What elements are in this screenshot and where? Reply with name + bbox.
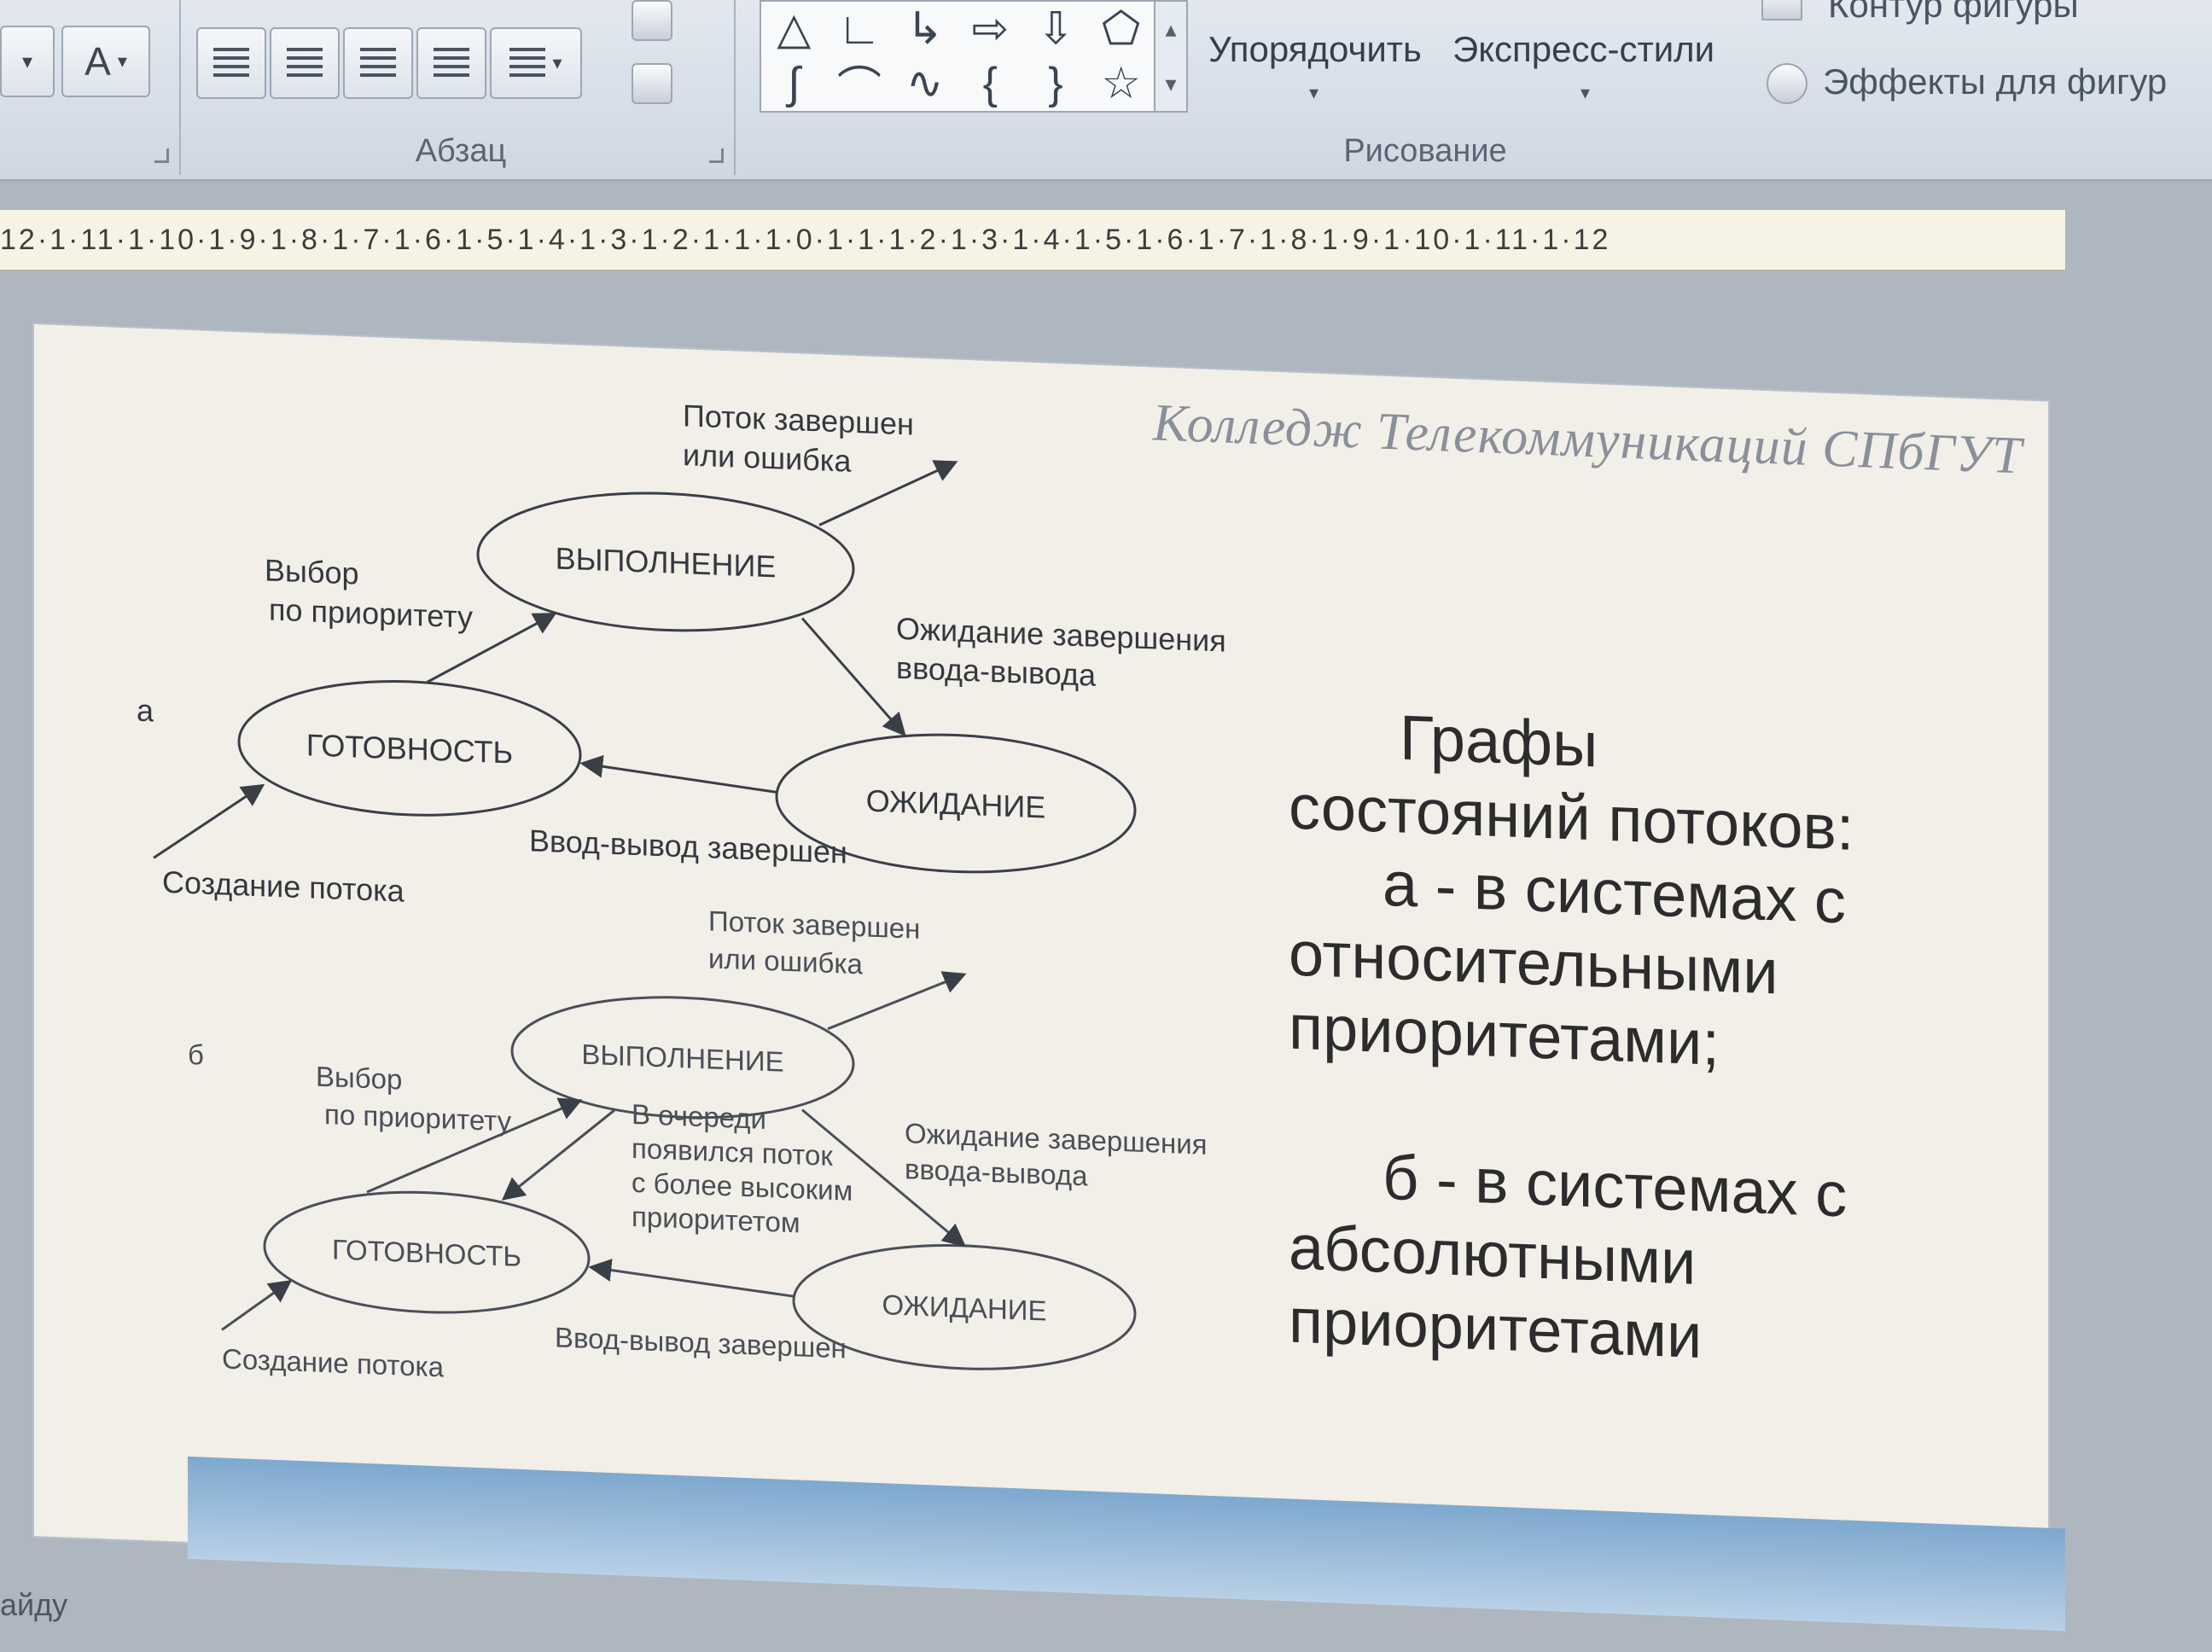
triangle-shape-icon[interactable]: △ [777,3,811,55]
pentagon-shape-icon[interactable]: ⬠ [1102,3,1140,55]
label-finish-a-1: Поток завершен [683,398,914,441]
slide-footer-band [188,1456,2065,1632]
label-select-a-1: Выбор [265,552,359,590]
ruler-marks: 12·1·11·1·10·1·9·1·8·1·7·1·6·1·5·1·4·1·3… [0,224,1611,256]
slide-caption: Графы состояний потоков: а - в системах … [1289,696,2023,1385]
paragraph-group: ▾ Абзац [188,0,736,175]
outline-color-icon [1761,0,1802,20]
justify-button[interactable] [416,27,486,99]
thread-state-diagrams: ВЫПОЛНЕНИЕ ГОТОВНОСТЬ ОЖИДАНИЕ а Поток з… [137,398,1226,1382]
font-dialog-launcher-icon[interactable] [154,148,169,163]
label-preempt-b-3: с более высоким [632,1166,853,1207]
effects-icon [1767,63,1807,104]
elbow-connector-shape-icon[interactable]: ∟ [838,3,882,55]
arrow-io-done-b [588,1259,795,1298]
label-preempt-b-4: приоритетом [632,1201,800,1239]
arrow-wait-a [800,617,906,737]
horizontal-ruler[interactable]: 12·1·11·1·10·1·9·1·8·1·7·1·6·1·5·1·4·1·3… [0,210,2065,271]
label-create-b: Создание потока [222,1342,445,1382]
right-arrow-shape-icon[interactable]: ⇨ [972,3,1010,55]
gallery-scroll-up-icon[interactable]: ▴ [1165,16,1176,43]
state-waiting-label-b: ОЖИДАНИЕ [882,1288,1047,1326]
ribbon: ▾ A ▾ ▾ Абзац Рисование △ ∟ ↳ ⇨ ⇩ ⬠ ∫ ⌒ [0,0,2212,181]
font-group: ▾ A ▾ [0,0,181,175]
state-running-label-a: ВЫПОЛНЕНИЕ [556,540,777,584]
drawing-group-label: Рисование [1343,133,1507,169]
label-finish-b-1: Поток завершен [708,905,920,945]
align-right-icon [360,48,396,79]
align-text-icon[interactable] [632,63,672,104]
font-color-icon: A [84,39,111,84]
chevron-down-icon: ▾ [117,50,127,72]
chevron-down-icon: ▾ [1309,82,1319,103]
arc-shape-icon[interactable]: ⌒ [837,52,882,116]
label-preempt-b-2: появился поток [632,1132,833,1172]
arrow-create-b [221,1279,293,1331]
paragraph-group-label: Абзац [415,133,507,169]
label-select-b-1: Выбор [316,1061,402,1096]
down-arrow-shape-icon[interactable]: ⇩ [1037,3,1074,55]
freeform-shape-icon[interactable]: ∫ [788,58,800,109]
label-io-done-b: Ввод-вывод завершен [555,1321,847,1364]
arrow-create-a [153,783,265,859]
curve-shape-icon[interactable]: ∿ [906,58,944,109]
gallery-scroll: ▴ ▾ [1154,0,1188,113]
right-brace-shape-icon[interactable]: } [1048,58,1062,109]
arrow-preempt-b [501,1108,615,1201]
chevron-down-icon: ▾ [552,52,562,73]
label-wait-b-2: ввода-вывода [905,1153,1088,1191]
label-finish-a-2: или ошибка [683,437,852,479]
label-select-b-2: по приоритету [324,1098,512,1137]
slide[interactable]: Колледж Телекоммуникаций СПбГУТ ВЫПОЛНЕН… [34,324,2065,1632]
chevron-down-icon: ▾ [1580,82,1591,103]
font-color-button[interactable]: A ▾ [61,26,150,97]
quick-styles-button[interactable]: Экспресс-стили [1452,29,1714,70]
star-shape-icon[interactable]: ☆ [1101,58,1141,109]
align-center-icon [287,48,323,79]
shape-effects-button[interactable]: Эффекты для фигур [1823,61,2167,102]
label-wait-a-2: ввода-вывода [896,650,1097,693]
align-left-icon [213,48,249,79]
paragraph-dialog-launcher-icon[interactable] [709,148,724,163]
label-wait-b-1: Ожидание завершения [905,1117,1208,1160]
label-finish-b-2: или ошибка [708,942,864,980]
gallery-more-icon[interactable]: ▾ [1165,71,1176,97]
align-center-button[interactable] [270,27,340,99]
shape-outline-button[interactable]: Контур фигуры [1828,0,2079,26]
left-brace-shape-icon[interactable]: { [983,58,998,109]
status-bar-text: айду [0,1587,68,1622]
align-right-button[interactable] [343,27,413,99]
text-direction-icon[interactable] [632,0,672,41]
label-create-a: Создание потока [162,864,405,909]
diagram-a-marker: а [137,693,154,729]
align-left-button[interactable] [196,27,266,99]
label-select-a-2: по приоритету [269,592,473,635]
state-running-label-b: ВЫПОЛНЕНИЕ [581,1038,783,1078]
diagram-b-marker: б [188,1038,204,1071]
state-waiting-label-a: ОЖИДАНИЕ [866,782,1046,824]
arrow-io-done-a [579,754,777,794]
arrange-button[interactable]: Упорядочить [1208,29,1422,70]
justify-icon [434,48,469,79]
chevron-down-icon: ▾ [21,49,33,73]
columns-button[interactable]: ▾ [490,27,582,99]
shapes-gallery: △ ∟ ↳ ⇨ ⇩ ⬠ ∫ ⌒ ∿ { } ☆ [760,0,1155,113]
bent-arrow-shape-icon[interactable]: ↳ [906,3,944,55]
columns-icon [509,48,546,79]
font-size-dropdown[interactable]: ▾ [0,26,55,97]
state-ready-label-a: ГОТОВНОСТЬ [306,727,513,770]
label-preempt-b-1: В очереди [632,1098,766,1135]
state-ready-label-b: ГОТОВНОСТЬ [332,1233,521,1272]
